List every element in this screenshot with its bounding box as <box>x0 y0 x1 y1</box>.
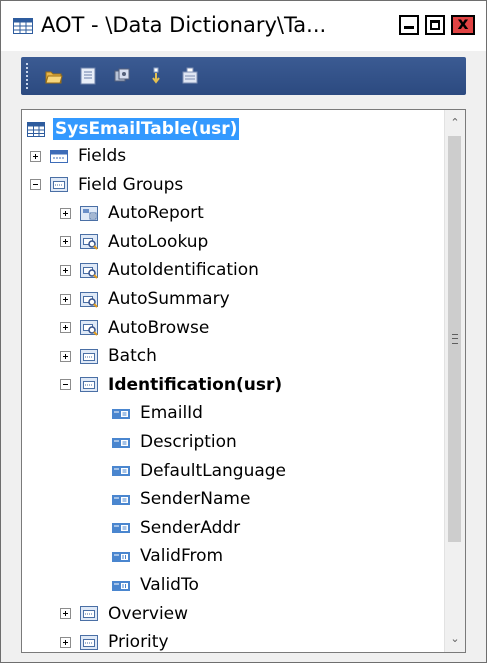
expand-plus-icon[interactable] <box>60 293 71 305</box>
tree-node-label[interactable]: Field Groups <box>76 174 185 196</box>
auto-lookup-icon <box>80 234 98 251</box>
tree-node[interactable]: AutoIdentification <box>60 257 261 283</box>
tree-node-label[interactable]: AutoLookup <box>106 231 210 253</box>
tree-node[interactable]: Priority <box>60 629 171 652</box>
expand-plus-icon[interactable] <box>60 236 71 248</box>
collapse-minus-icon[interactable] <box>60 379 71 391</box>
tree-node-label[interactable]: Overview <box>106 603 190 625</box>
tree-node[interactable]: ValidFrom <box>111 543 225 569</box>
tree-node[interactable]: EmailId <box>111 400 205 426</box>
tree-node[interactable]: Batch <box>60 343 159 369</box>
field-group-icon <box>80 606 98 622</box>
tree-node[interactable]: AutoLookup <box>60 229 210 255</box>
expand-plus-icon[interactable] <box>60 207 71 219</box>
toolbar <box>21 57 466 95</box>
tree-node-label[interactable]: Fields <box>76 145 128 167</box>
tree-root[interactable]: SysEmailTable(usr) <box>26 116 240 142</box>
close-icon: x <box>457 14 469 34</box>
date-field-icon <box>112 551 130 562</box>
scroll-thumb[interactable] <box>448 136 461 542</box>
scroll-down-arrow[interactable]: ⌄ <box>445 630 465 648</box>
import-icon[interactable] <box>181 67 199 85</box>
expand-plus-icon[interactable] <box>60 322 71 334</box>
tree-node-label[interactable]: Batch <box>106 345 159 367</box>
expand-plus-icon[interactable] <box>60 350 71 362</box>
collapse-minus-icon[interactable] <box>30 179 41 191</box>
tree-node-label[interactable]: EmailId <box>138 402 205 424</box>
tree-node[interactable]: Description <box>111 429 239 455</box>
aot-window: AOT - \Data Dictionary\Ta... x SysEmailT… <box>0 0 487 663</box>
tree-node-label[interactable]: AutoIdentification <box>106 259 261 281</box>
auto-lookup-icon <box>80 320 98 336</box>
field-group-icon <box>80 348 98 364</box>
date-field-icon <box>112 580 130 591</box>
tree-node-label[interactable]: Identification(usr) <box>106 374 284 396</box>
tree-node[interactable]: ValidTo <box>111 572 201 598</box>
maximize-button[interactable] <box>425 15 445 35</box>
tree-node[interactable]: AutoReport <box>60 200 206 226</box>
tree-node[interactable]: AutoSummary <box>60 286 232 312</box>
table-icon <box>27 121 45 137</box>
tree-node[interactable]: Identification(usr) <box>60 372 284 398</box>
tree-node[interactable]: Overview <box>60 601 190 627</box>
auto-lookup-icon <box>80 291 98 308</box>
sort-icon[interactable] <box>147 67 165 85</box>
fields-icon <box>50 149 68 163</box>
tree-root-label[interactable]: SysEmailTable(usr) <box>53 118 240 140</box>
tree-node-label[interactable]: Priority <box>106 631 171 652</box>
minimize-button[interactable] <box>399 15 419 35</box>
tree-node[interactable]: Field Groups <box>30 172 185 198</box>
tree-node-label[interactable]: DefaultLanguage <box>138 460 288 482</box>
string-field-icon <box>112 466 130 477</box>
string-field-icon <box>112 437 130 448</box>
toolbar-grip[interactable] <box>26 63 31 89</box>
field-group-icon <box>80 377 98 393</box>
vertical-scrollbar[interactable]: ⌃ ⌄ <box>444 110 465 652</box>
tree-node[interactable]: DefaultLanguage <box>111 458 288 484</box>
properties-icon[interactable] <box>79 67 97 85</box>
table-icon <box>13 18 33 34</box>
auto-report-icon <box>80 205 98 221</box>
scroll-grip-icon <box>452 334 458 344</box>
expand-plus-icon[interactable] <box>60 636 71 648</box>
tree-node[interactable]: SenderName <box>111 486 252 512</box>
string-field-icon <box>112 523 130 534</box>
tree-node[interactable]: Fields <box>30 143 128 169</box>
open-folder-icon[interactable] <box>45 67 63 85</box>
window-title: AOT - \Data Dictionary\Ta... <box>41 13 327 37</box>
tree-node-label[interactable]: SenderAddr <box>138 517 242 539</box>
tree-node-label[interactable]: SenderName <box>138 488 252 510</box>
tree-node[interactable]: AutoBrowse <box>60 315 211 341</box>
chevron-down-icon: ⌄ <box>450 632 460 645</box>
tree-node-label[interactable]: AutoReport <box>106 202 206 224</box>
close-button[interactable]: x <box>451 14 475 35</box>
expand-plus-icon[interactable] <box>60 608 71 620</box>
tree-node-label[interactable]: AutoSummary <box>106 288 232 310</box>
string-field-icon <box>112 494 130 505</box>
string-field-icon <box>112 408 130 419</box>
scroll-up-arrow[interactable]: ⌃ <box>445 114 465 132</box>
field-groups-icon <box>50 177 68 193</box>
tree-node-label[interactable]: AutoBrowse <box>106 317 211 339</box>
tree-node-label[interactable]: Description <box>138 431 239 453</box>
aot-tree-view[interactable]: SysEmailTable(usr) Fields Field Groups Aut… <box>21 109 466 653</box>
expand-plus-icon[interactable] <box>30 150 41 162</box>
field-group-icon <box>80 634 98 650</box>
expand-plus-icon[interactable] <box>60 264 71 276</box>
tree-node-label[interactable]: ValidFrom <box>138 545 225 567</box>
tree-node-label[interactable]: ValidTo <box>138 574 201 596</box>
auto-lookup-icon <box>80 262 98 279</box>
title-bar[interactable]: AOT - \Data Dictionary\Ta... x <box>1 1 486 51</box>
compile-icon[interactable] <box>113 67 131 85</box>
chevron-up-icon: ⌃ <box>450 116 460 129</box>
tree-node[interactable]: SenderAddr <box>111 515 242 541</box>
